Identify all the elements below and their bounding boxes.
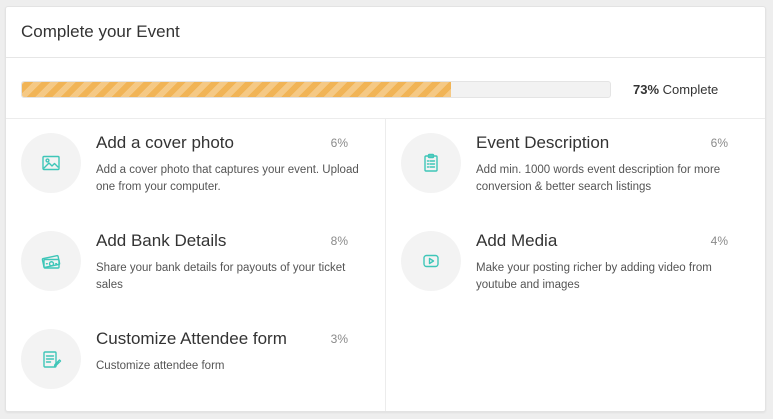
- task-title: Event Description: [476, 133, 610, 152]
- task-percent: 6%: [710, 136, 728, 150]
- progress-suffix: Complete: [659, 82, 719, 97]
- task-description: Make your posting richer by adding video…: [476, 262, 712, 291]
- task-description: Add a cover photo that captures your eve…: [96, 164, 359, 193]
- task-title: Add Media: [476, 231, 558, 250]
- task-add-bank-details[interactable]: Add Bank Details 8% Share your bank deta…: [21, 231, 361, 311]
- clipboard-list-icon: [401, 133, 461, 193]
- task-add-media[interactable]: Add Media 4% Make your posting richer by…: [401, 231, 741, 311]
- task-title: Add Bank Details: [96, 231, 227, 250]
- task-percent: 8%: [330, 234, 348, 248]
- task-add-cover-photo[interactable]: Add a cover photo 6% Add a cover photo t…: [21, 133, 361, 213]
- progress-bar: [21, 81, 611, 98]
- complete-event-card: Complete your Event 73% Complete Add a c…: [5, 6, 766, 412]
- progress-section: 73% Complete: [21, 80, 761, 100]
- task-event-description[interactable]: Event Description 6% Add min. 1000 words…: [401, 133, 741, 213]
- task-percent: 3%: [330, 332, 348, 346]
- progress-bar-fill: [22, 82, 452, 97]
- task-description: Share your bank details for payouts of y…: [96, 262, 346, 291]
- task-title: Customize Attendee form: [96, 329, 287, 348]
- progress-label: 73% Complete: [633, 82, 718, 97]
- task-description: Customize attendee form: [96, 360, 225, 372]
- edit-form-icon: [21, 329, 81, 389]
- progress-percent: 73%: [633, 82, 660, 97]
- money-icon: [21, 231, 81, 291]
- task-customize-attendee-form[interactable]: Customize Attendee form 3% Customize att…: [21, 329, 361, 409]
- column-divider: [385, 119, 386, 411]
- task-title: Add a cover photo: [96, 133, 234, 152]
- task-description: Add min. 1000 words event description fo…: [476, 164, 721, 193]
- card-title: Complete your Event: [6, 7, 765, 58]
- task-percent: 6%: [330, 136, 348, 150]
- image-icon: [21, 133, 81, 193]
- play-video-icon: [401, 231, 461, 291]
- task-percent: 4%: [710, 234, 728, 248]
